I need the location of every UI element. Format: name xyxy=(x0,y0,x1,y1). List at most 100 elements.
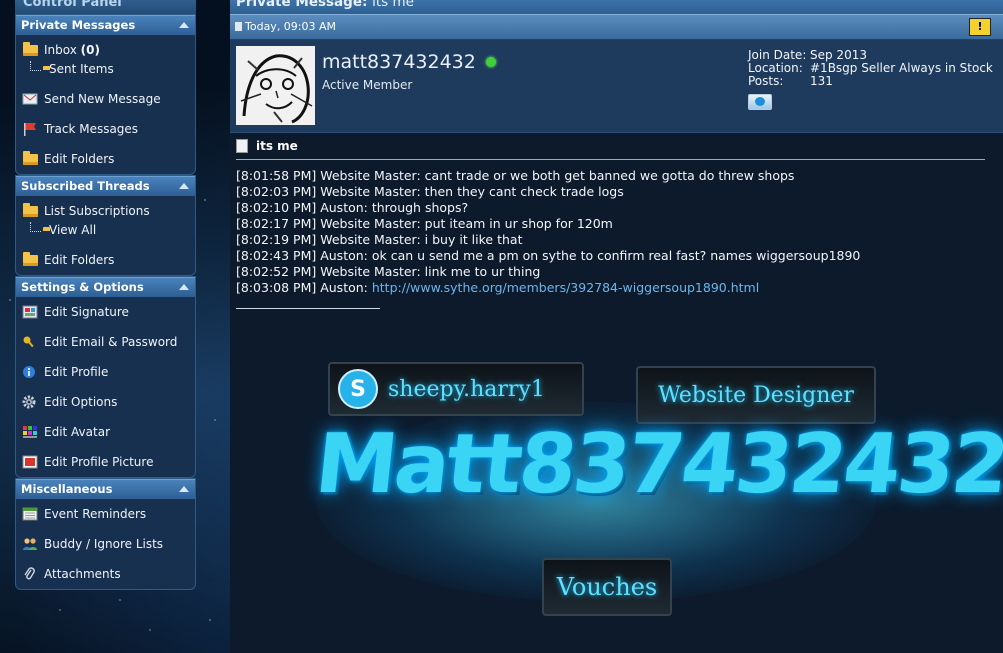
sidebar-item-label: Attachments xyxy=(44,567,121,581)
chat-line-with-link: [8:03:08 PM] Auston: http://www.sythe.or… xyxy=(236,280,985,296)
document-icon xyxy=(236,139,248,153)
message-body: its me [8:01:58 PM] Website Master: cant… xyxy=(230,133,1003,309)
gear-icon xyxy=(22,395,38,409)
sidebar-item-view-all[interactable]: View All xyxy=(16,221,195,239)
chat-line-prefix: [8:03:08 PM] Auston: xyxy=(236,280,372,295)
sidebar-item-label: Sent Items xyxy=(49,62,114,76)
signature-big-name: Matt837432432 xyxy=(311,417,1003,512)
sidebar-item-sent-items[interactable]: Sent Items xyxy=(16,60,195,78)
inbox-count: (0) xyxy=(80,43,100,57)
sidebar-item-edit-folders-subscribed[interactable]: Edit Folders xyxy=(16,245,195,275)
profile-link[interactable]: http://www.sythe.org/members/392784-wigg… xyxy=(372,280,759,295)
sidebar-item-edit-profile-picture[interactable]: Edit Profile Picture xyxy=(16,447,195,477)
avatar[interactable] xyxy=(236,46,315,125)
panel-heading: Miscellaneous xyxy=(21,482,113,496)
edit-folder-icon xyxy=(22,251,38,267)
sidebar-item-edit-email-password[interactable]: Edit Email & Password xyxy=(16,327,195,357)
sidebar-item-label: Track Messages xyxy=(44,122,139,136)
sidebar-item-inbox[interactable]: Inbox (0) xyxy=(16,40,195,60)
vouches-link[interactable]: Vouches xyxy=(542,558,672,616)
buddy-icon xyxy=(22,537,38,551)
author-user-title: Active Member xyxy=(322,78,413,92)
posts-label: Posts: xyxy=(748,74,784,88)
tree-connector xyxy=(30,61,41,71)
page-title: Private Message: its me xyxy=(230,0,1003,14)
sidebar-item-track-messages[interactable]: Track Messages xyxy=(16,114,195,144)
skype-logo-icon: S xyxy=(338,369,378,409)
panel-head-settings-options[interactable]: Settings & Options xyxy=(16,277,195,297)
sidebar-item-edit-profile[interactable]: Edit Profile xyxy=(16,357,195,387)
signature-divider xyxy=(236,308,380,309)
location-value: #1Bsgp Seller Always in Stock xyxy=(810,61,993,75)
picture-icon xyxy=(22,455,38,469)
control-panel-title: Control Panel xyxy=(15,0,196,14)
post-icon xyxy=(235,22,242,31)
control-panel-sidebar: Control Panel Private Messages Inbox (0)… xyxy=(15,0,196,590)
panel-subscribed-threads: Subscribed Threads List Subscriptions Vi… xyxy=(15,175,196,276)
sidebar-item-label: Event Reminders xyxy=(44,507,147,521)
chat-line: [8:01:58 PM] Website Master: cant trade … xyxy=(236,168,795,183)
post-date: Today, 09:03 AM xyxy=(245,20,337,33)
chat-line: [8:02:10 PM] Auston: through shops? xyxy=(236,200,469,215)
panel-head-private-messages[interactable]: Private Messages xyxy=(16,15,195,35)
info-icon xyxy=(22,365,38,379)
sidebar-item-attachments[interactable]: Attachments xyxy=(16,559,195,589)
panel-heading: Settings & Options xyxy=(21,280,144,294)
folder-open-icon xyxy=(22,202,38,218)
skype-contact-icon[interactable] xyxy=(748,94,772,110)
sidebar-item-send-new-message[interactable]: Send New Message xyxy=(16,84,195,114)
posts-value: 131 xyxy=(810,74,833,88)
post-date-bar: Today, 09:03 AM ! xyxy=(230,14,1003,40)
signature-icon xyxy=(22,305,38,319)
page-title-prefix: Private Message: xyxy=(236,0,368,10)
sidebar-item-event-reminders[interactable]: Event Reminders xyxy=(16,499,195,529)
folder-open-icon xyxy=(22,41,38,57)
author-details: Join Date: Sep 2013 Location: #1Bsgp Selle… xyxy=(748,49,993,88)
sidebar-item-edit-avatar[interactable]: Edit Avatar xyxy=(16,417,195,447)
avatar-grid-icon xyxy=(22,425,38,439)
collapse-icon[interactable] xyxy=(179,22,189,28)
website-designer-box: Website Designer xyxy=(636,366,876,424)
calendar-icon xyxy=(22,507,38,521)
panel-heading: Subscribed Threads xyxy=(21,179,150,193)
sidebar-item-label: Send New Message xyxy=(44,92,161,106)
collapse-icon[interactable] xyxy=(179,486,189,492)
sidebar-item-label: Edit Profile xyxy=(44,365,109,379)
collapse-icon[interactable] xyxy=(179,284,189,290)
page-title-subject: its me xyxy=(372,0,414,10)
author-info-bar: matt837432432 Active Member Join Date: Se… xyxy=(230,40,1003,133)
skype-name-text: sheepy.harry1 xyxy=(388,376,545,402)
skype-name-box: S sheepy.harry1 xyxy=(328,362,584,416)
chat-line: [8:02:19 PM] Website Master: i buy it li… xyxy=(236,232,523,247)
signature-banner: S sheepy.harry1 Website Designer Matt837… xyxy=(311,362,1003,632)
join-date-value: Sep 2013 xyxy=(810,48,867,62)
author-name-text: matt837432432 xyxy=(322,51,476,73)
sidebar-item-label: Buddy / Ignore Lists xyxy=(44,537,164,551)
author-username[interactable]: matt837432432 xyxy=(322,51,496,73)
sidebar-item-edit-folders[interactable]: Edit Folders xyxy=(16,144,195,174)
sidebar-item-edit-signature[interactable]: Edit Signature xyxy=(16,297,195,327)
chat-line: [8:02:43 PM] Auston: ok can u send me a … xyxy=(236,248,861,263)
message-subject-text: its me xyxy=(256,139,298,153)
chat-line: [8:02:52 PM] Website Master: link me to … xyxy=(236,264,541,279)
panel-head-miscellaneous[interactable]: Miscellaneous xyxy=(16,479,195,499)
sidebar-item-buddy-ignore-lists[interactable]: Buddy / Ignore Lists xyxy=(16,529,195,559)
sidebar-item-list-subscriptions[interactable]: List Subscriptions xyxy=(16,201,195,221)
sidebar-item-label: Edit Avatar xyxy=(44,425,111,439)
send-message-icon xyxy=(22,92,38,106)
edit-folder-icon xyxy=(22,150,38,166)
sidebar-item-edit-options[interactable]: Edit Options xyxy=(16,387,195,417)
panel-settings-options: Settings & Options Edit Signature Edit E… xyxy=(15,276,196,478)
message-subject: its me xyxy=(236,133,985,160)
private-message-view: Private Message: its me Today, 09:03 AM … xyxy=(230,0,1003,653)
sidebar-item-label: Edit Folders xyxy=(44,253,115,267)
key-icon xyxy=(22,335,38,349)
panel-private-messages: Private Messages Inbox (0) Sent Items Se… xyxy=(15,14,196,175)
panel-head-subscribed-threads[interactable]: Subscribed Threads xyxy=(16,176,195,196)
report-warning-icon[interactable]: ! xyxy=(969,18,991,36)
sidebar-item-label: Edit Profile Picture xyxy=(44,455,154,469)
collapse-icon[interactable] xyxy=(179,183,189,189)
paperclip-icon xyxy=(22,567,38,581)
flag-icon xyxy=(22,122,38,136)
sidebar-item-label: Edit Signature xyxy=(44,305,129,319)
